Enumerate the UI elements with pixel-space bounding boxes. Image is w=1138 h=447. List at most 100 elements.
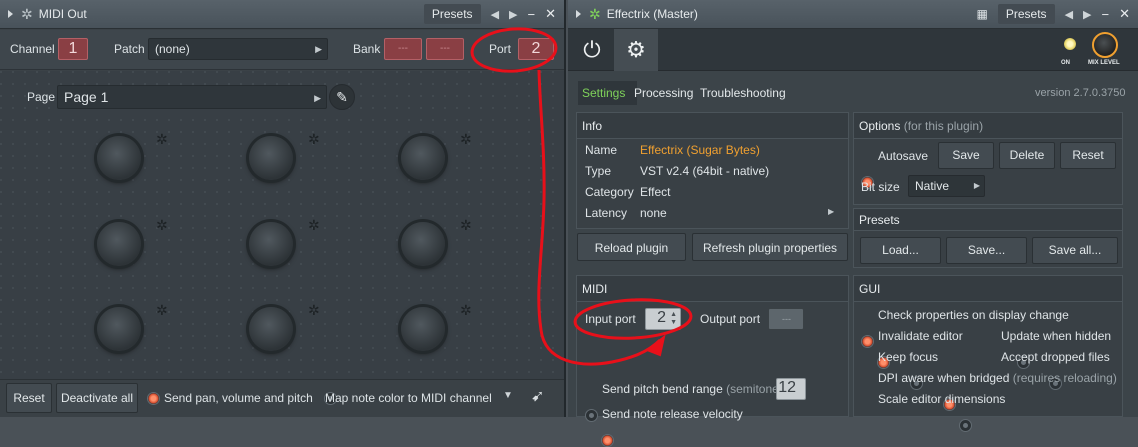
knob-gear-icon[interactable]: ✲ (460, 217, 472, 234)
channel-spinner[interactable]: 1 (58, 38, 88, 60)
presets-button[interactable]: Presets (997, 4, 1055, 24)
knob-gear-icon[interactable]: ✲ (460, 302, 472, 319)
gear-icon[interactable]: ✲ (21, 6, 33, 23)
midi-out-knob-area: Page Page 1 ▶ ✎ ✲ ✲ ✲ ✲ ✲ ✲ ✲ ✲ ✲ (0, 71, 564, 379)
options-reset-button[interactable]: Reset (1060, 142, 1116, 169)
knob[interactable] (401, 222, 445, 266)
options-panel: Options (for this plugin) Autosave Save … (853, 112, 1123, 205)
output-port-label: Output port (700, 312, 761, 326)
tab-troubleshooting[interactable]: Troubleshooting (700, 86, 786, 100)
pitch-bend-spinner[interactable]: 12 (776, 378, 806, 400)
port-label: Port (489, 42, 512, 56)
reset-button[interactable]: Reset (6, 383, 52, 413)
collapse-arrow-icon[interactable] (576, 10, 581, 18)
patch-dropdown[interactable]: (none) ▶ (148, 38, 328, 60)
gui-panel: GUI Check properties on display change I… (853, 275, 1123, 433)
bank-spinner-2[interactable]: --- (426, 38, 464, 60)
knob-gear-icon[interactable]: ✲ (156, 302, 168, 319)
invalidate-label: Invalidate editor (878, 329, 963, 343)
port-spinner[interactable]: 2 (518, 38, 554, 60)
pitch-bend-checkbox[interactable] (585, 409, 598, 423)
output-port-spinner[interactable]: --- (768, 308, 804, 330)
bank-spinner-1[interactable]: --- (384, 38, 422, 60)
knob[interactable] (401, 307, 445, 351)
next-preset-icon[interactable]: ▶ (509, 8, 517, 21)
knob-gear-icon[interactable]: ✲ (308, 131, 320, 148)
plugin-editor-tab-icon[interactable]: ⏻ (570, 29, 614, 71)
tab-processing[interactable]: Processing (634, 86, 693, 100)
knob[interactable] (97, 136, 141, 180)
pitch-bend-text: Send pitch bend range (602, 382, 723, 396)
prev-preset-icon[interactable]: ◀ (491, 8, 499, 21)
mix-level-knob[interactable] (1092, 32, 1118, 58)
dpi-aware-note: (requires reloading) (1012, 371, 1117, 385)
knob[interactable] (97, 307, 141, 351)
info-value-category: Effect (640, 185, 671, 199)
info-value-name: Effectrix (Sugar Bytes) (640, 143, 760, 157)
knob-gear-icon[interactable]: ✲ (156, 131, 168, 148)
save-all-presets-button[interactable]: Save all... (1032, 237, 1118, 264)
deactivate-all-button[interactable]: Deactivate all (56, 383, 138, 413)
patch-label: Patch (114, 42, 145, 56)
save-preset-button[interactable]: Save... (946, 237, 1027, 264)
refresh-plugin-properties-button[interactable]: Refresh plugin properties (692, 233, 848, 261)
send-pan-checkbox[interactable] (147, 392, 160, 406)
patch-value: (none) (155, 42, 190, 56)
next-preset-icon[interactable]: ▶ (1083, 8, 1091, 21)
chevron-right-icon: ▶ (973, 181, 980, 190)
bird-icon[interactable]: ➹ (531, 386, 544, 406)
update-hidden-label: Update when hidden (1001, 329, 1112, 343)
close-button[interactable]: ✕ (1119, 6, 1130, 22)
collapse-arrow-icon[interactable] (8, 10, 13, 18)
dpi-aware-text: DPI aware when bridged (878, 371, 1010, 385)
scale-dims-label: Scale editor dimensions (878, 392, 1006, 406)
input-port-label: Input port (585, 312, 636, 326)
page-dropdown[interactable]: Page 1 ▶ (57, 85, 327, 109)
knob-gear-icon[interactable]: ✲ (308, 302, 320, 319)
knob[interactable] (249, 307, 293, 351)
midi-header: MIDI (577, 276, 848, 302)
knob-gear-icon[interactable]: ✲ (460, 131, 472, 148)
note-release-checkbox[interactable] (601, 434, 615, 447)
edit-pencil-icon[interactable]: ✎ (329, 84, 355, 110)
window-title: Effectrix (Master) (606, 7, 698, 21)
knob[interactable] (249, 136, 293, 180)
midi-out-window: ✲ MIDI Out Presets ◀ ▶ − ✕ Channel 1 Pat… (0, 0, 566, 417)
knob[interactable] (401, 136, 445, 180)
knob-gear-icon[interactable]: ✲ (308, 217, 320, 234)
updown-arrows-icon: ▲ ▼ (670, 311, 677, 326)
note-release-label: Send note release velocity (602, 407, 743, 421)
knob-gear-icon[interactable]: ✲ (156, 217, 168, 234)
info-key-category: Category (585, 185, 634, 199)
load-preset-button[interactable]: Load... (860, 237, 941, 264)
knob[interactable] (97, 222, 141, 266)
autosave-label: Autosave (878, 149, 929, 163)
gui-header: GUI (854, 276, 1122, 302)
input-port-spinner[interactable]: 2 ▲ ▼ (645, 308, 681, 330)
bitsize-dropdown[interactable]: Native ▶ (908, 175, 985, 197)
knob[interactable] (249, 222, 293, 266)
tab-settings[interactable]: Settings (582, 86, 625, 100)
on-led-icon[interactable] (1064, 38, 1076, 50)
check-props-checkbox[interactable] (861, 335, 874, 349)
presets-button[interactable]: Presets (423, 4, 481, 24)
minimize-button[interactable]: − (1102, 7, 1110, 22)
scale-dims-checkbox[interactable] (959, 419, 973, 433)
gear-icon[interactable]: ✲ (589, 6, 601, 23)
accept-dropped-label: Accept dropped files (1001, 350, 1110, 364)
reload-plugin-button[interactable]: Reload plugin (577, 233, 686, 261)
options-note: (for this plugin) (903, 119, 984, 133)
presets-panel: Presets Load... Save... Save all... (853, 208, 1123, 268)
bitsize-label: Bit size (861, 180, 900, 194)
latency-dropdown[interactable]: none (640, 206, 667, 220)
grid-icon[interactable]: ▦ (977, 7, 988, 21)
dropdown-arrow-icon[interactable]: ▼ (503, 390, 513, 401)
plugin-settings-tab-icon[interactable]: ⚙ (614, 29, 658, 71)
presets-header: Presets (854, 209, 1122, 231)
options-delete-button[interactable]: Delete (999, 142, 1055, 169)
prev-preset-icon[interactable]: ◀ (1065, 8, 1073, 21)
close-button[interactable]: ✕ (545, 6, 556, 22)
options-save-button[interactable]: Save (938, 142, 994, 169)
minimize-button[interactable]: − (528, 7, 536, 22)
version-text: version 2.7.0.3750 (1035, 87, 1126, 99)
